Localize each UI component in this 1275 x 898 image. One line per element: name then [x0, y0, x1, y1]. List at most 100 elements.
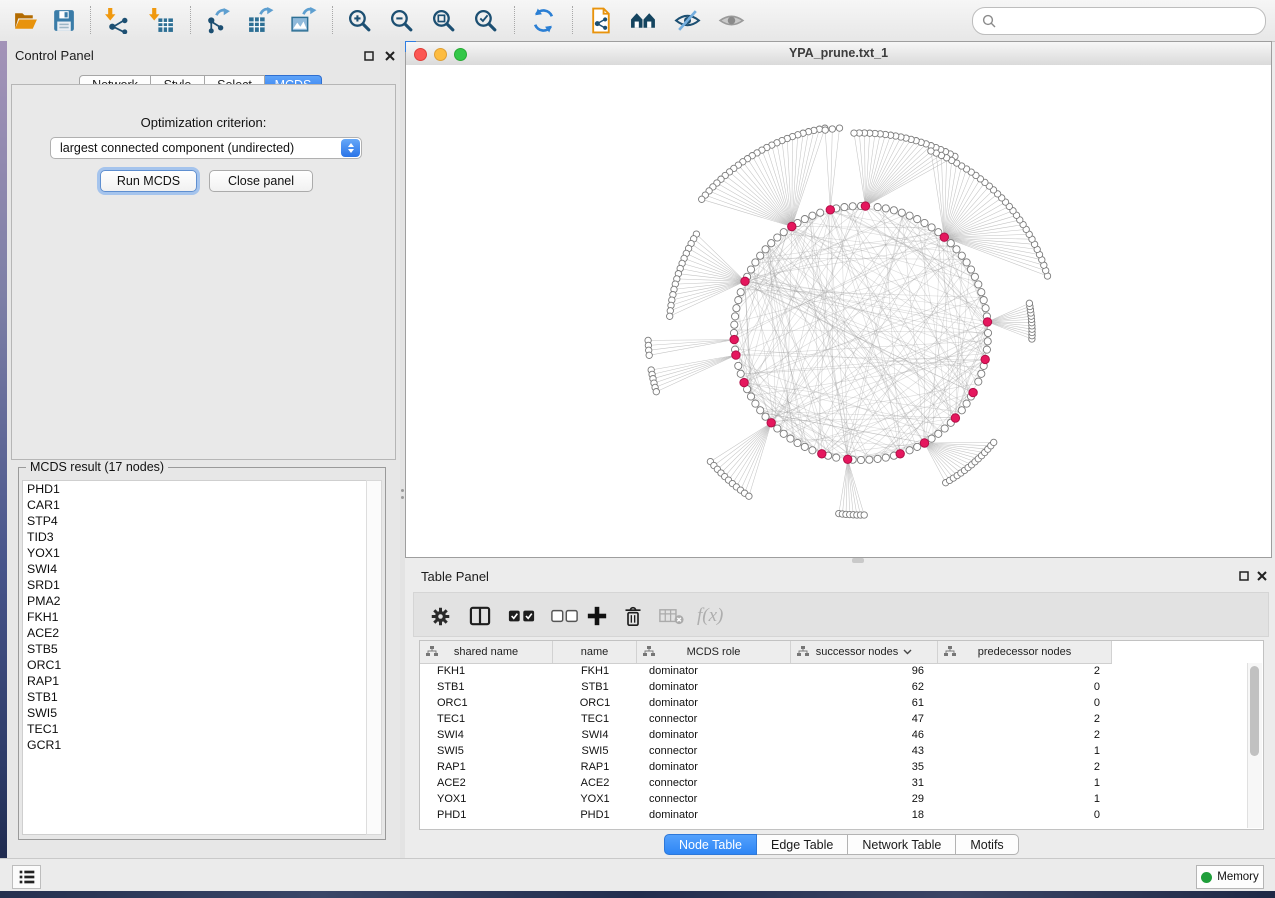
mcds-result-item[interactable]: SWI5 [23, 705, 367, 721]
mcds-node[interactable] [732, 351, 740, 359]
graph-node[interactable] [947, 240, 954, 247]
mcds-node[interactable] [730, 335, 738, 343]
graph-node[interactable] [774, 425, 781, 432]
mcds-node[interactable] [940, 233, 948, 241]
column-header-predecessor-nodes[interactable]: predecessor nodes [938, 641, 1112, 663]
delete-column-button[interactable] [623, 601, 643, 631]
search-input[interactable] [1004, 13, 1257, 29]
graph-node[interactable] [991, 439, 997, 445]
graph-node[interactable] [836, 125, 842, 131]
graph-node[interactable] [653, 389, 659, 395]
graph-node[interactable] [941, 425, 948, 432]
hide-selected-button[interactable] [670, 5, 704, 35]
graph-node[interactable] [1026, 300, 1032, 306]
graph-node[interactable] [882, 205, 889, 212]
export-table-button[interactable] [243, 5, 277, 35]
graph-node[interactable] [735, 297, 742, 304]
mcds-node[interactable] [741, 277, 749, 285]
mcds-node[interactable] [788, 222, 796, 230]
mcds-result-item[interactable]: RAP1 [23, 673, 367, 689]
graph-node[interactable] [928, 435, 935, 442]
graph-node[interactable] [857, 456, 864, 463]
graph-node[interactable] [822, 127, 828, 133]
column-header-successor-nodes[interactable]: successor nodes [791, 641, 938, 663]
graph-node[interactable] [851, 130, 857, 136]
table-row[interactable]: SWI4SWI4dominator462 [420, 727, 1247, 743]
graph-node[interactable] [984, 329, 991, 336]
mcds-result-item[interactable]: ACE2 [23, 625, 367, 641]
mcds-result-list[interactable]: PHD1CAR1STP4TID3YOX1SWI4SRD1PMA2FKH1ACE2… [22, 480, 368, 835]
graph-node[interactable] [983, 346, 990, 353]
graph-node[interactable] [978, 370, 985, 377]
save-session-button[interactable] [46, 5, 80, 35]
mcds-node[interactable] [969, 388, 977, 396]
mcds-result-item[interactable]: CAR1 [23, 497, 367, 513]
mcds-result-item[interactable]: STB1 [23, 689, 367, 705]
zoom-fit-button[interactable] [426, 5, 460, 35]
table-scrollbar[interactable] [1247, 663, 1262, 828]
mcds-result-item[interactable]: ORC1 [23, 657, 367, 673]
graph-node[interactable] [982, 305, 989, 312]
table-row[interactable]: TEC1TEC1connector472 [420, 711, 1247, 727]
graph-node[interactable] [921, 219, 928, 226]
memory-button[interactable]: Memory [1196, 865, 1264, 889]
graph-node[interactable] [733, 305, 740, 312]
export-image-button[interactable] [286, 5, 320, 35]
graph-node[interactable] [809, 447, 816, 454]
graph-node[interactable] [866, 456, 873, 463]
graph-node[interactable] [975, 378, 982, 385]
tab-motifs[interactable]: Motifs [956, 834, 1018, 855]
graph-node[interactable] [967, 266, 974, 273]
graph-node[interactable] [780, 430, 787, 437]
graph-node[interactable] [975, 281, 982, 288]
select-all-button[interactable] [508, 601, 535, 631]
close-table-panel-button[interactable] [1255, 569, 1269, 582]
import-network-button[interactable] [100, 5, 134, 35]
graph-node[interactable] [667, 313, 673, 319]
graph-node[interactable] [699, 196, 705, 202]
graph-node[interactable] [752, 259, 759, 266]
graph-node[interactable] [890, 207, 897, 214]
zoom-out-button[interactable] [384, 5, 418, 35]
add-column-button[interactable] [586, 601, 608, 631]
graph-node[interactable] [746, 493, 752, 499]
network-canvas[interactable] [406, 65, 1271, 557]
graph-node[interactable] [906, 212, 913, 219]
graph-node[interactable] [829, 126, 835, 132]
mcds-node[interactable] [920, 439, 928, 447]
mcds-node[interactable] [826, 206, 834, 214]
graph-node[interactable] [958, 407, 965, 414]
graph-node[interactable] [780, 229, 787, 236]
graph-node[interactable] [737, 370, 744, 377]
tab-network-table[interactable]: Network Table [848, 834, 956, 855]
graph-node[interactable] [963, 259, 970, 266]
graph-node[interactable] [861, 512, 867, 518]
graph-node[interactable] [971, 273, 978, 280]
graph-node[interactable] [737, 289, 744, 296]
table-row[interactable]: SWI5SWI5connector431 [420, 743, 1247, 759]
mcds-node[interactable] [818, 450, 826, 458]
column-header-shared-name[interactable]: shared name [420, 641, 553, 663]
task-history-button[interactable] [12, 865, 41, 889]
graph-node[interactable] [874, 204, 881, 211]
graph-node[interactable] [757, 407, 764, 414]
graph-node[interactable] [953, 246, 960, 253]
table-row[interactable]: ORC1ORC1dominator610 [420, 695, 1247, 711]
graph-node[interactable] [747, 393, 754, 400]
graph-node[interactable] [762, 246, 769, 253]
close-panel-button-2[interactable]: Close panel [209, 170, 313, 192]
show-all-button[interactable] [714, 5, 748, 35]
graph-node[interactable] [935, 430, 942, 437]
refresh-button[interactable] [526, 5, 560, 35]
graph-node[interactable] [801, 216, 808, 223]
graph-node[interactable] [963, 400, 970, 407]
tab-edge-table[interactable]: Edge Table [757, 834, 848, 855]
function-builder-button[interactable]: f(x) [697, 601, 723, 631]
mcds-result-item[interactable]: SWI4 [23, 561, 367, 577]
mcds-result-item[interactable]: TEC1 [23, 721, 367, 737]
table-settings-button[interactable] [430, 601, 451, 631]
table-row[interactable]: STB1STB1dominator620 [420, 679, 1247, 695]
graph-node[interactable] [978, 289, 985, 296]
deselect-all-button[interactable] [551, 601, 578, 631]
graph-node[interactable] [787, 435, 794, 442]
